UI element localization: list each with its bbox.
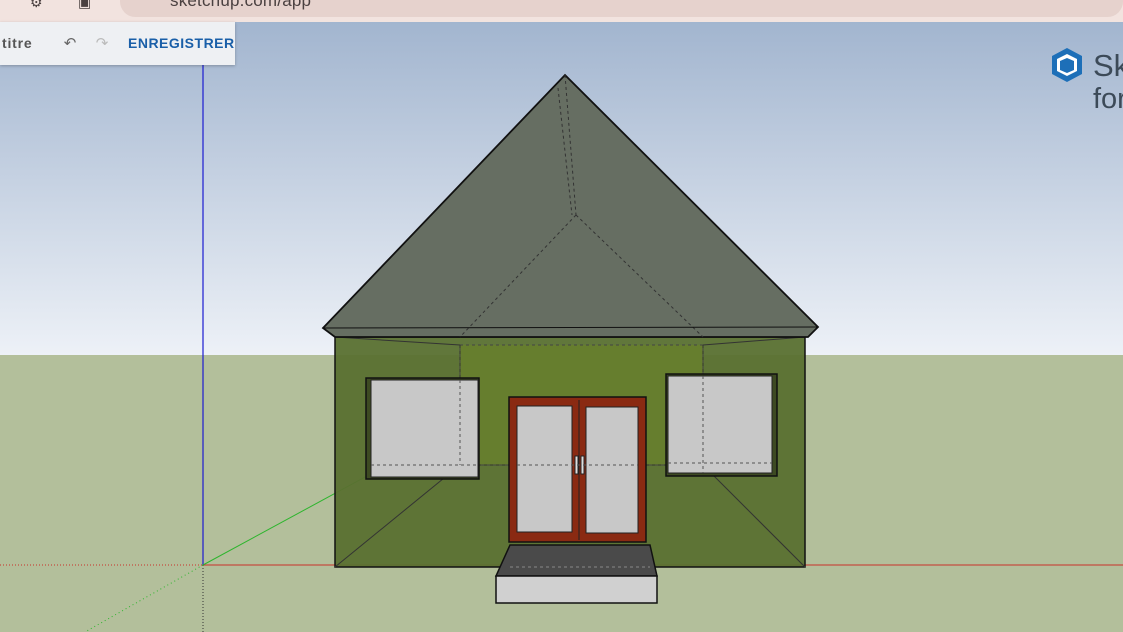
- door-right-glass: [585, 406, 639, 534]
- url-text[interactable]: sketchup.com/app: [170, 0, 311, 11]
- document-title[interactable]: titre: [2, 35, 32, 51]
- redo-icon[interactable]: ↷: [92, 33, 112, 53]
- brand-text-line-2: for: [1093, 83, 1123, 115]
- step-front: [495, 575, 658, 604]
- left-window-glass: [370, 379, 479, 478]
- top-toolbar: titre ↶ ↷ ENREGISTRER: [0, 22, 235, 65]
- step-top: [494, 544, 658, 577]
- tab-icon[interactable]: ▣: [78, 0, 91, 11]
- site-info-icon[interactable]: ⚙: [30, 0, 43, 11]
- brand-text-line-1: Sk: [1093, 48, 1123, 83]
- save-button[interactable]: ENREGISTRER: [128, 35, 235, 51]
- 3d-viewport[interactable]: [0, 22, 1123, 632]
- undo-icon[interactable]: ↶: [60, 33, 80, 53]
- door-left-glass: [516, 405, 573, 533]
- browser-address-bar: ⚙ ▣ sketchup.com/app: [0, 0, 1123, 22]
- right-window-glass: [667, 375, 773, 474]
